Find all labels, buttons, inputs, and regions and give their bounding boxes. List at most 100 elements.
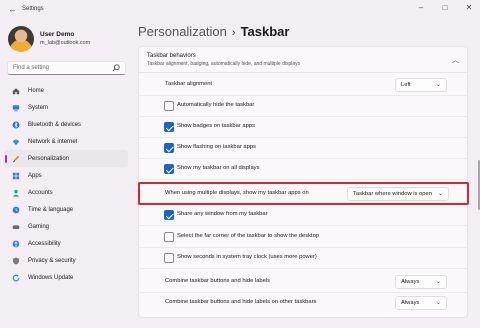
breadcrumb-separator: › [231, 27, 236, 39]
sidebar-item-windows-update[interactable]: Windows Update [4, 269, 128, 286]
setting-label: Show badges on taskbar apps [177, 123, 255, 129]
sidebar-item-bluetooth-devices[interactable]: Bluetooth & devices [4, 116, 128, 133]
chevron-down-icon: ⌄ [435, 300, 441, 306]
setting-label: Show seconds in system tray clock (uses … [177, 254, 317, 260]
sidebar-item-time-language[interactable]: Time & language [4, 201, 128, 218]
dropdown-value: Left [401, 82, 411, 88]
section-description: Taskbar alignment, badging, automaticall… [147, 61, 301, 67]
user-profile[interactable]: User Demo m_lab@outlook.com [8, 24, 128, 54]
title-bar: ← Settings – □ ✕ [0, 0, 480, 20]
shield-icon [12, 257, 20, 265]
clock-icon [12, 206, 20, 214]
sidebar-item-accounts[interactable]: Accounts [4, 184, 128, 201]
setting-row-all-displays: Show my taskbar on all displays [139, 159, 467, 180]
breadcrumb-parent[interactable]: Personalization [138, 24, 227, 39]
setting-row-far-corner: Select the far corner of the taskbar to … [139, 227, 467, 248]
all-displays-checkbox[interactable] [164, 164, 174, 174]
chevron-up-icon[interactable]: ︿ [452, 55, 459, 65]
sidebar-item-privacy-security[interactable]: Privacy & security [4, 252, 128, 269]
update-icon [12, 274, 20, 282]
section-title: Taskbar behaviors [147, 53, 196, 59]
sidebar-item-gaming[interactable]: Gaming [4, 218, 128, 235]
bluetooth-icon [12, 121, 20, 129]
accounts-icon [12, 189, 20, 197]
setting-row-seconds: Show seconds in system tray clock (uses … [139, 248, 467, 269]
setting-label: Automatically hide the taskbar [177, 102, 255, 108]
sidebar-item-label: Windows Update [28, 274, 74, 281]
seconds-checkbox[interactable] [164, 253, 174, 263]
setting-label: When using multiple displays, show my ta… [165, 190, 309, 196]
system-icon [12, 104, 20, 112]
share-window-checkbox[interactable] [164, 210, 174, 220]
sidebar-nav: Home System Bluetooth & devices Network & i… [4, 82, 128, 286]
user-email: m_lab@outlook.com [40, 40, 91, 46]
multi-display-dropdown[interactable]: Taskbar where window is open ⌄ [347, 187, 449, 201]
sidebar-item-network-internet[interactable]: Network & internet [4, 133, 128, 150]
gaming-icon [12, 223, 20, 231]
network-icon [12, 138, 20, 146]
flashing-checkbox[interactable] [164, 143, 174, 153]
window-title: Settings [22, 6, 44, 12]
setting-row-badges: Show badges on taskbar apps [139, 117, 467, 138]
combine-other-dropdown[interactable]: Always ⌄ [395, 296, 447, 310]
maximize-icon[interactable]: □ [438, 3, 452, 12]
dropdown-value: Always [401, 279, 420, 285]
sidebar-item-label: Gaming [28, 223, 50, 230]
setting-label: Select the far corner of the taskbar to … [177, 233, 320, 239]
setting-label: Taskbar alignment [165, 81, 213, 87]
sidebar-item-label: Bluetooth & devices [28, 121, 82, 128]
chevron-down-icon: ⌄ [437, 191, 443, 197]
sidebar-item-label: Home [28, 87, 45, 94]
alignment-dropdown[interactable]: Left ⌄ [395, 78, 447, 92]
avatar [8, 26, 34, 52]
back-arrow-icon[interactable]: ← [8, 4, 17, 14]
far-corner-checkbox[interactable] [164, 232, 174, 242]
brush-icon [12, 155, 20, 163]
setting-row-flashing: Show flashing on taskbar apps [139, 138, 467, 159]
setting-row-multi-display: When using multiple displays, show my ta… [139, 184, 467, 205]
sidebar-item-label: Apps [28, 172, 42, 179]
combine-dropdown[interactable]: Always ⌄ [395, 275, 447, 289]
dropdown-value: Taskbar where window is open [353, 191, 432, 197]
chevron-down-icon: ⌄ [435, 82, 441, 88]
minimize-icon[interactable]: – [414, 3, 428, 12]
auto-hide-checkbox[interactable] [164, 101, 174, 111]
sidebar-item-label: Accessibility [28, 240, 61, 247]
apps-icon [12, 172, 20, 180]
sidebar-item-label: Accounts [28, 189, 53, 196]
setting-row-combine: Combine taskbar buttons and hide labels … [139, 272, 467, 293]
page-title: Taskbar [240, 24, 290, 39]
dropdown-value: Always [401, 300, 420, 306]
sidebar-item-label: Privacy & security [28, 257, 76, 264]
breadcrumb: Personalization › Taskbar [138, 24, 289, 39]
taskbar-behaviors-panel: Taskbar behaviors Taskbar alignment, bad… [138, 46, 468, 318]
search-input[interactable]: Find a setting [7, 61, 126, 75]
sidebar-item-home[interactable]: Home [4, 82, 128, 99]
setting-label: Share any window from my taskbar [177, 211, 268, 217]
accessibility-icon [12, 240, 20, 248]
sidebar-item-label: Time & language [28, 206, 74, 213]
sidebar-item-accessibility[interactable]: Accessibility [4, 235, 128, 252]
sidebar-item-label: Network & internet [28, 138, 78, 145]
sidebar-item-system[interactable]: System [4, 99, 128, 116]
search-icon [112, 64, 120, 74]
chevron-down-icon: ⌄ [435, 279, 441, 285]
setting-row-combine-other: Combine taskbar buttons and hide labels … [139, 293, 467, 314]
badges-checkbox[interactable] [164, 122, 174, 132]
sidebar-item-personalization[interactable]: Personalization [4, 150, 128, 167]
user-name: User Demo [40, 31, 75, 38]
setting-label: Show my taskbar on all displays [177, 165, 260, 171]
setting-row-alignment: Taskbar alignment Left ⌄ [139, 75, 467, 96]
close-icon[interactable]: ✕ [462, 3, 476, 12]
sidebar-item-apps[interactable]: Apps [4, 167, 128, 184]
setting-row-share-window: Share any window from my taskbar [139, 205, 467, 226]
sidebar-item-label: System [28, 104, 49, 111]
setting-label: Show flashing on taskbar apps [177, 144, 256, 150]
search-placeholder: Find a setting [13, 65, 50, 71]
setting-row-auto-hide: Automatically hide the taskbar [139, 96, 467, 117]
section-header[interactable]: Taskbar behaviors Taskbar alignment, bad… [139, 47, 467, 73]
setting-label: Combine taskbar buttons and hide labels … [165, 299, 317, 305]
setting-label: Combine taskbar buttons and hide labels [165, 278, 271, 284]
sidebar-item-label: Personalization [28, 155, 70, 162]
home-icon [12, 87, 20, 95]
